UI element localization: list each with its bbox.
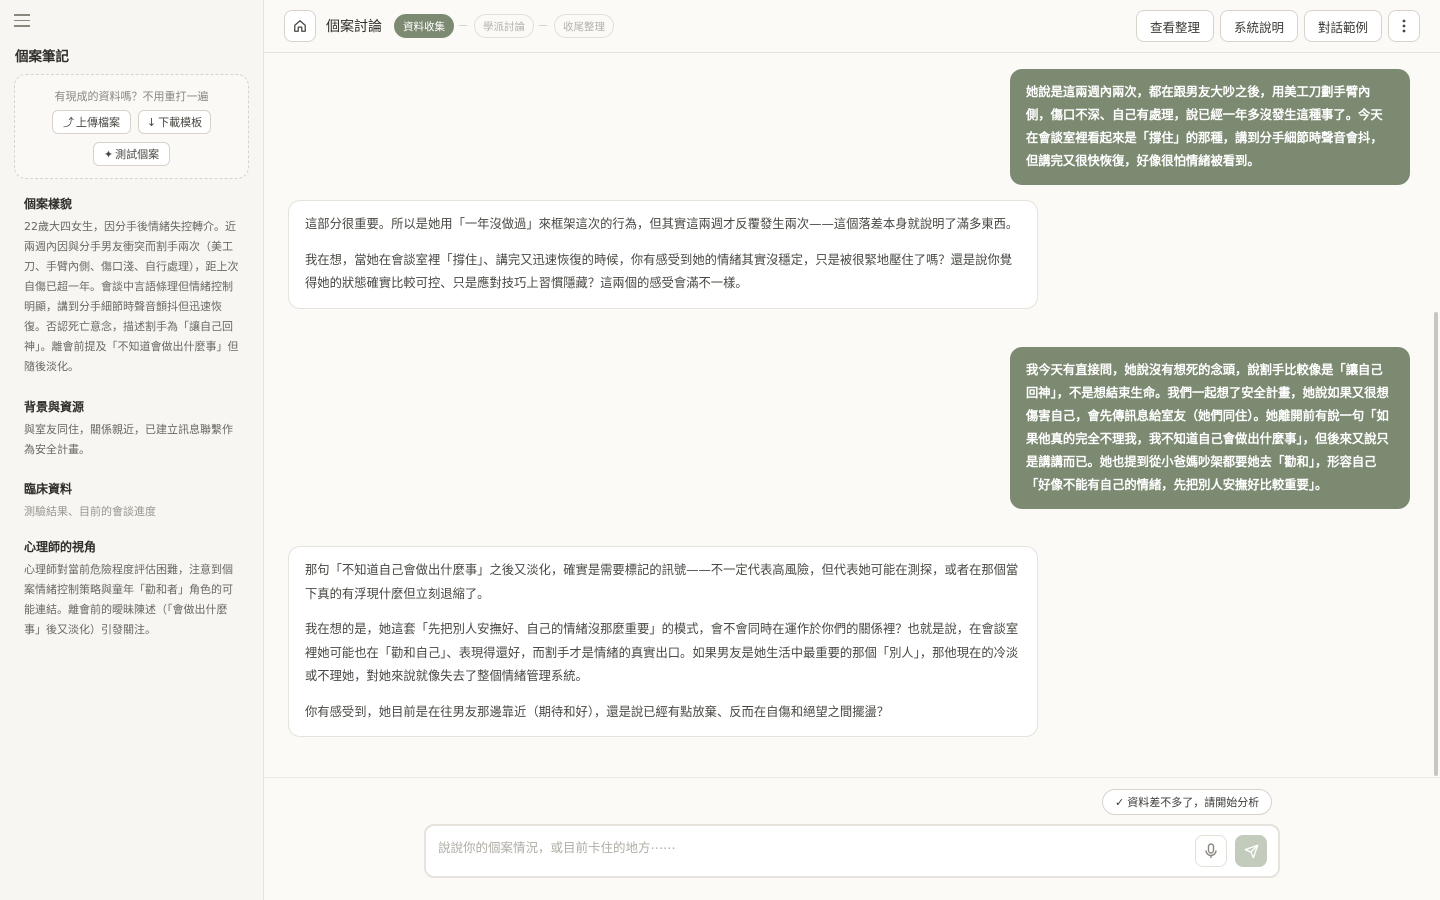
section-heading: 心理師的視角 xyxy=(24,540,97,554)
message-input[interactable] xyxy=(438,836,1178,858)
sparkle-icon: ✦ xyxy=(103,147,114,161)
home-button[interactable] xyxy=(284,10,316,42)
message-input-box xyxy=(424,824,1280,878)
top-bar: 個案討論 資料收集 學派討論 收尾整理 查看整理 系統說明 對話範例 xyxy=(264,0,1440,53)
section-heading: 個案樣貌 xyxy=(24,197,73,211)
sidebar-title: 個案筆記 xyxy=(15,49,69,65)
chat-scrollbar[interactable] xyxy=(1434,312,1438,776)
voice-input-button[interactable] xyxy=(1195,835,1227,867)
user-message: 我今天有直接問，她說沒有想死的念頭，說割手比較像是「讓自己回神」，不是想結束生命… xyxy=(1010,347,1410,509)
page-title: 個案討論 xyxy=(326,19,382,35)
step-school-discussion[interactable]: 學派討論 xyxy=(474,14,534,38)
send-icon xyxy=(1244,844,1258,858)
menu-icon[interactable] xyxy=(14,14,30,30)
assistant-message: 這部分很重要。所以是她用「一年沒做過」來框架這次的行為，但其實這兩週才反覆發生兩… xyxy=(288,200,1038,309)
test-case-button[interactable]: ✦ 測試個案 xyxy=(93,142,170,166)
section-body: 與室友同住，關係親近，已建立訊息聯繫作為安全計畫。 xyxy=(24,423,233,456)
section-case-profile[interactable]: 個案樣貌 22歲大四女生，因分手後情緒失控轉介。近兩週內因與分手男友衝突而割手兩… xyxy=(24,195,240,377)
check-icon: ✓ xyxy=(1115,795,1125,809)
more-options-button[interactable] xyxy=(1388,10,1420,42)
home-icon xyxy=(294,20,306,32)
system-help-button[interactable]: 系統說明 xyxy=(1220,10,1298,42)
section-body: 22歲大四女生，因分手後情緒失控轉介。近兩週內因與分手男友衝突而割手兩次（美工刀… xyxy=(24,220,239,373)
download-template-button[interactable]: ↓ 下載模板 xyxy=(138,110,211,134)
dialogue-examples-button[interactable]: 對話範例 xyxy=(1304,10,1382,42)
step-wrap-up[interactable]: 收尾整理 xyxy=(554,14,614,38)
step-divider xyxy=(539,25,547,26)
user-message: 她說是這兩週內兩次，都在跟男友大吵之後，用美工刀劃手臂內側，傷口不深、自己有處理… xyxy=(1010,69,1410,185)
microphone-icon xyxy=(1205,843,1217,858)
assistant-message: 那句「不知道自己會做出什麼事」之後又淡化，確實是需要標記的訊號——不一定代表高風… xyxy=(288,546,1038,737)
step-divider xyxy=(459,25,467,26)
upload-dropzone[interactable]: 有現成的資料嗎？不用重打一遍 ⤴ 上傳檔案 ↓ 下載模板 ✦ 測試個案 xyxy=(14,74,249,179)
start-analysis-button[interactable]: ✓ 資料差不多了，請開始分析 xyxy=(1102,789,1273,815)
section-heading: 背景與資源 xyxy=(24,400,85,414)
section-body: 心理師對當前危險程度評估困難，注意到個案情緒控制策略與童年「勸和者」角色的可能連… xyxy=(24,563,233,636)
more-vertical-icon xyxy=(1402,19,1406,33)
section-clinical-data[interactable]: 臨床資料 測驗結果、目前的會談進度 xyxy=(24,480,240,522)
upload-hint: 有現成的資料嗎？不用重打一遍 xyxy=(54,90,209,103)
send-button[interactable] xyxy=(1235,835,1267,867)
step-data-collection[interactable]: 資料收集 xyxy=(394,14,454,38)
upload-icon: ⤴ xyxy=(63,116,74,129)
chat-thread[interactable]: 她說是這兩週內兩次，都在跟男友大吵之後，用美工刀劃手臂內側，傷口不深、自己有處理… xyxy=(264,54,1440,777)
upload-file-button[interactable]: ⤴ 上傳檔案 xyxy=(52,110,131,134)
sidebar: 個案筆記 有現成的資料嗎？不用重打一遍 ⤴ 上傳檔案 ↓ 下載模板 ✦ 測試個案 個案… xyxy=(0,0,264,900)
section-heading: 臨床資料 xyxy=(24,482,73,496)
section-body: 測驗結果、目前的會談進度 xyxy=(24,505,156,518)
composer: ✓ 資料差不多了，請開始分析 xyxy=(264,777,1440,900)
section-background[interactable]: 背景與資源 與室友同住，關係親近，已建立訊息聯繫作為安全計畫。 xyxy=(24,398,240,460)
download-icon: ↓ xyxy=(146,115,157,129)
view-summary-button[interactable]: 查看整理 xyxy=(1136,10,1214,42)
section-therapist-view[interactable]: 心理師的視角 心理師對當前危險程度評估困難，注意到個案情緒控制策略與童年「勸和者… xyxy=(24,538,240,640)
